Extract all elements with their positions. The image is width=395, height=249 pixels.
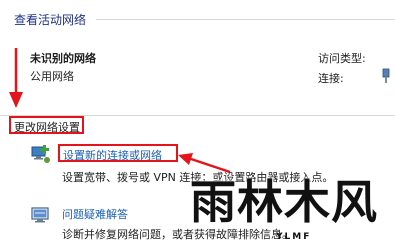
network-type: 公用网络 [30, 70, 74, 83]
troubleshoot-link[interactable]: 问题疑难解答 [62, 206, 128, 222]
change-network-settings-heading: 更改网络设置 [14, 121, 80, 134]
network-name: 未识别的网络 [30, 52, 96, 65]
view-active-networks-heading: 查看活动网络 [14, 13, 87, 27]
ethernet-icon[interactable] [382, 68, 390, 84]
annotation-arrow-down [9, 48, 23, 108]
watermark-logo: 雨林木风 YLMF [190, 176, 390, 246]
change-network-settings-highlight: 更改网络设置 [9, 116, 84, 134]
watermark-text: 雨林木风 [190, 175, 378, 229]
access-type-label: 访问类型: [318, 52, 366, 65]
watermark-subtext: YLMF [276, 232, 312, 242]
network-setup-icon [31, 145, 50, 163]
setup-link-highlight: 设置新的连接或网络 [58, 144, 178, 162]
troubleshoot-icon [31, 207, 49, 223]
connection-label: 连接: [318, 72, 344, 85]
setup-new-connection-link[interactable]: 设置新的连接或网络 [63, 147, 162, 163]
heading-divider [96, 19, 395, 20]
